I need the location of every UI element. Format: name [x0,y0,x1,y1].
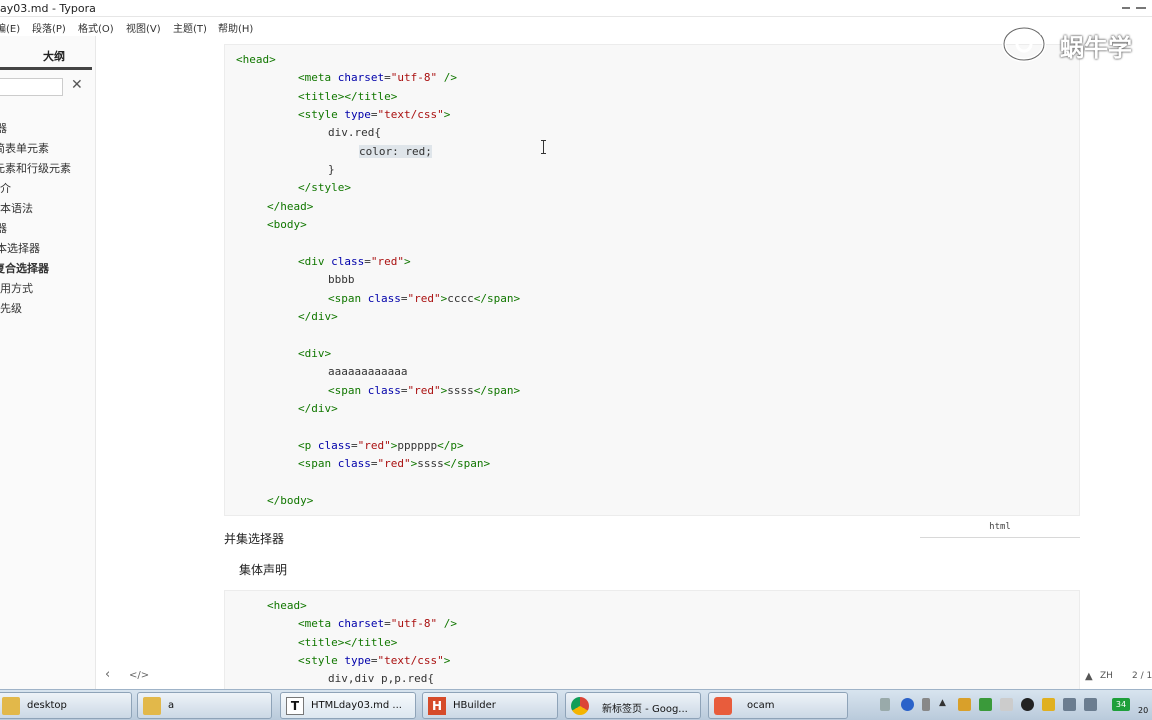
show-hidden-icons-icon[interactable]: ▲ [939,698,946,708]
collapse-sidebar-icon[interactable]: ‹ [105,667,110,682]
text-cursor-icon [541,140,547,154]
menu-edit[interactable]: 编(E) [0,20,20,35]
code-line: bbbb [328,273,355,286]
taskbar-item-hbuilder[interactable]: H HBuilder [422,692,558,719]
tab-outline[interactable]: 大纲 [0,48,92,70]
watermark-logo: 蜗牛学 [1000,22,1152,68]
code-line: <style type="text/css"> [298,654,451,667]
code-line: <title></title> [298,90,398,103]
code-line: <head> [267,599,307,612]
code-line: <title></title> [298,636,398,649]
outline-search-input[interactable] [0,78,63,96]
chrome-icon [571,697,589,715]
title-bar: ay03.md - Typora [0,0,1152,17]
tray-icon[interactable] [880,698,890,711]
outline-item[interactable]: 器 [0,120,7,136]
outline-item[interactable]: 元素和行级元素 [0,160,71,176]
warning-icon: ▲ [1085,671,1093,682]
code-line: <meta charset="utf-8" /> [298,617,457,630]
outline-item[interactable]: 本选择器 [0,240,40,256]
code-line: </div> [298,402,338,415]
menu-help[interactable]: 帮助(H) [218,20,253,35]
source-code-mode-icon[interactable]: </> [129,670,149,681]
code-line: </body> [267,494,314,507]
window-controls [1112,0,1152,16]
os-taskbar: desktop a T HTMLday03.md ... H HBuilder … [0,689,1152,720]
code-line: <head> [236,53,276,66]
menu-theme[interactable]: 主题(T) [173,20,207,35]
outline-item[interactable]: 介 [0,180,11,196]
code-block[interactable]: <head> <meta charset="utf-8" /> <title><… [224,44,1080,516]
status-bar: ▲ ZH 2 / 1 [1082,668,1152,688]
code-line: <body> [267,218,307,231]
code-line: <div> [298,347,332,360]
code-line: div.red{ [328,126,381,139]
outline-item-active[interactable]: 复合选择器 [0,260,49,276]
taskbar-item-folder-a[interactable]: a [137,692,272,719]
code-line-selected: color: red; [359,145,432,158]
watermark-text: 蜗牛学 [1060,34,1132,62]
code-line: </head> [267,200,314,213]
outline-item[interactable]: 器 [0,220,7,236]
help-icon[interactable] [901,698,914,711]
code-line: <div class="red"> [298,255,411,268]
code-line: <span class="red">cccc</span> [328,292,521,305]
tray-icon[interactable] [958,698,971,711]
code-line: aaaaaaaaaaaa [328,365,408,378]
minimize-icon[interactable] [1122,7,1130,9]
typora-icon: T [286,697,304,715]
ocam-icon [714,697,732,715]
clock[interactable]: 20 [1138,706,1148,715]
tray-icon[interactable] [1000,698,1013,711]
outline-sidebar: 大纲 ✕ 器 简表单元素 元素和行级元素 介 本语法 器 本选择器 复合选择器 … [0,36,96,689]
volume-icon[interactable] [1084,698,1097,711]
hbuilder-icon: H [428,697,446,715]
heading-union-selector: 并集选择器 [224,532,285,546]
code-line: div,div p,p.red{ [328,672,434,685]
input-lang-indicator[interactable]: ZH [1100,671,1113,681]
qq-icon[interactable] [1021,698,1034,711]
code-line: <style type="text/css"> [298,108,451,121]
maximize-icon[interactable] [1136,7,1146,9]
window-title: ay03.md - Typora [0,2,96,15]
page-counter: 2 / 1 [1132,671,1152,681]
folder-icon [143,697,161,715]
taskbar-item-ocam[interactable]: ocam [708,692,848,719]
paragraph-collective-declaration: 集体声明 [239,563,288,577]
outline-item[interactable]: 本语法 [0,200,33,216]
menu-paragraph[interactable]: 段落(P) [32,20,66,35]
snail-logo-icon [1002,24,1057,62]
shield-icon[interactable] [979,698,992,711]
code-line: <p class="red">pppppp</p> [298,439,464,452]
outline-item[interactable]: 简表单元素 [0,140,49,156]
taskbar-item-desktop[interactable]: desktop [0,692,132,719]
code-line: <meta charset="utf-8" /> [298,71,457,84]
code-language-input[interactable]: html [920,517,1080,538]
tray-badge[interactable]: 34 [1112,698,1130,711]
tray-icon[interactable] [922,698,930,711]
menu-bar: 编(E) 段落(P) 格式(O) 视图(V) 主题(T) 帮助(H) [0,17,1152,36]
tray-icon[interactable] [1042,698,1055,711]
network-icon[interactable] [1063,698,1076,711]
code-block[interactable]: <head> <meta charset="utf-8" /> <title><… [224,590,1080,690]
taskbar-item-typora[interactable]: T HTMLday03.md ... [280,692,416,719]
menu-view[interactable]: 视图(V) [126,20,161,35]
menu-format[interactable]: 格式(O) [78,20,114,35]
outline-item[interactable]: 用方式 [0,280,33,296]
code-line: </style> [298,181,351,194]
close-icon[interactable]: ✕ [71,77,83,93]
folder-icon [2,697,20,715]
code-line: <span class="red">ssss</span> [298,457,491,470]
code-line: } [328,163,335,176]
taskbar-item-chrome[interactable]: 新标签页 - Goog... [565,692,701,719]
code-line: <span class="red">ssss</span> [328,384,521,397]
outline-item[interactable]: 先级 [0,300,22,316]
code-line: </div> [298,310,338,323]
